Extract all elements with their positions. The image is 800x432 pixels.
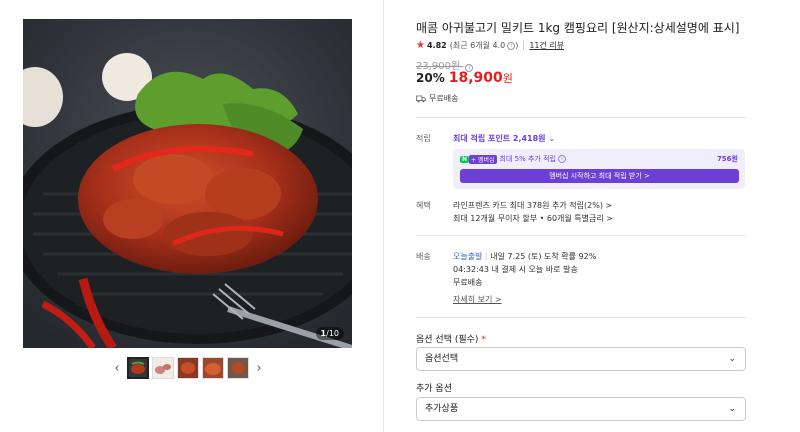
countdown-timer: 04:32:43 <box>453 265 489 274</box>
membership-info-icon[interactable]: i <box>557 155 566 163</box>
prev-image-button[interactable]: ‹ <box>110 357 124 379</box>
thumbnail-3[interactable] <box>177 357 199 379</box>
installment-benefit-link[interactable]: 최대 12개월 무이자 할부 • 60개월 특별금리 > <box>453 213 613 224</box>
membership-start-button[interactable]: 멤버십 시작하고 최대 적립 받기 > <box>460 169 739 183</box>
thumbnail-5[interactable] <box>227 357 249 379</box>
separator <box>523 41 525 50</box>
sale-price: 18,900 <box>448 70 503 86</box>
membership-text: 최대 5% 추가 적립 <box>499 155 556 163</box>
points-label: 적립 <box>416 134 431 143</box>
product-title: 매콤 아귀불고기 밀키트 1kg 캠핑요리 [원산지:상세설명에 표시] <box>416 21 740 35</box>
benefits-label: 혜택 <box>416 201 431 210</box>
delivery-label: 배송 <box>416 252 431 261</box>
delivery-fee: 무료배송 <box>453 278 483 287</box>
extra-option-value: 추가상품 <box>425 404 459 414</box>
truck-icon <box>416 95 426 102</box>
card-benefit-link[interactable]: 라인프렌즈 카드 최대 378원 추가 적립(2%) > <box>453 200 612 211</box>
naver-badge: N <box>460 155 470 163</box>
delivery-eta: 내일 7.25 (토) 도착 확률 92% <box>490 252 597 261</box>
chevron-down-icon: ⌄ <box>728 404 736 414</box>
membership-badge: + 멤버십 <box>469 154 497 164</box>
membership-amount: 756원 <box>716 155 738 163</box>
next-image-button[interactable]: › <box>252 357 266 379</box>
divider <box>416 317 746 318</box>
divider <box>416 117 746 118</box>
thumbnail-4[interactable] <box>202 357 224 379</box>
required-option-text: 옵션 선택 (필수) <box>416 335 479 345</box>
delivery-eta-row: 오늘출발 | 내일 7.25 (토) 도착 확률 92% <box>453 252 597 261</box>
thumbnail-2[interactable] <box>152 357 174 379</box>
thumbnail-1[interactable] <box>127 357 149 379</box>
delivery-time-row: 04:32:43 내 결제 시 오늘 바로 발송 <box>453 264 578 275</box>
star-icon: ★ <box>416 40 425 51</box>
required-option-label: 옵션 선택 (필수) * <box>416 332 486 345</box>
rating-note: (최근 6개월 4.0 <box>449 41 506 50</box>
product-main-image[interactable]: 1/10 <box>23 19 352 348</box>
chevron-down-icon: ⌄ <box>548 134 556 143</box>
extra-option-label: 추가 옵션 <box>416 384 452 394</box>
price-row: 20% 18,900 원 <box>416 70 513 86</box>
required-option-select[interactable]: 옵션선택 ⌄ <box>416 347 746 371</box>
max-points-dropdown[interactable]: 최대 적립 포인트 2,418원 ⌄ <box>453 133 555 144</box>
rating-score: 4.82 <box>426 41 447 50</box>
delivery-details-link[interactable]: 자세히 보기 > <box>453 294 502 305</box>
image-counter: 1/10 <box>315 327 344 340</box>
membership-box: N + 멤버십 최대 5% 추가 적립 i 756원 멤버십 시작하고 최대 적… <box>453 149 745 189</box>
food-photo <box>23 19 352 348</box>
chevron-down-icon: ⌄ <box>728 354 736 364</box>
free-shipping-text: 무료배송 <box>429 94 459 103</box>
shipping-summary: 무료배송 <box>416 93 458 104</box>
rating-row: ★ 4.82 (최근 6개월 4.0 i ) 11건 리뷰 <box>416 40 564 51</box>
thumbnail-strip: ‹ › <box>110 357 266 379</box>
extra-option-select[interactable]: 추가상품 ⌄ <box>416 397 746 421</box>
membership-info: N + 멤버십 최대 5% 추가 적립 i <box>460 154 566 164</box>
max-points-text: 최대 적립 포인트 2,418원 <box>453 134 546 143</box>
price-unit: 원 <box>502 72 513 85</box>
review-link[interactable]: 11건 리뷰 <box>529 40 564 51</box>
required-mark: * <box>481 335 486 345</box>
column-divider <box>383 0 384 432</box>
divider <box>416 235 746 236</box>
today-dispatch-badge: 오늘출발 <box>453 252 483 261</box>
required-option-value: 옵션선택 <box>425 354 459 364</box>
info-icon[interactable]: i <box>507 41 516 50</box>
rating-note-end: ) <box>515 41 519 50</box>
dispatch-note: 내 결제 시 오늘 바로 발송 <box>491 265 578 274</box>
discount-rate: 20% <box>416 71 445 85</box>
